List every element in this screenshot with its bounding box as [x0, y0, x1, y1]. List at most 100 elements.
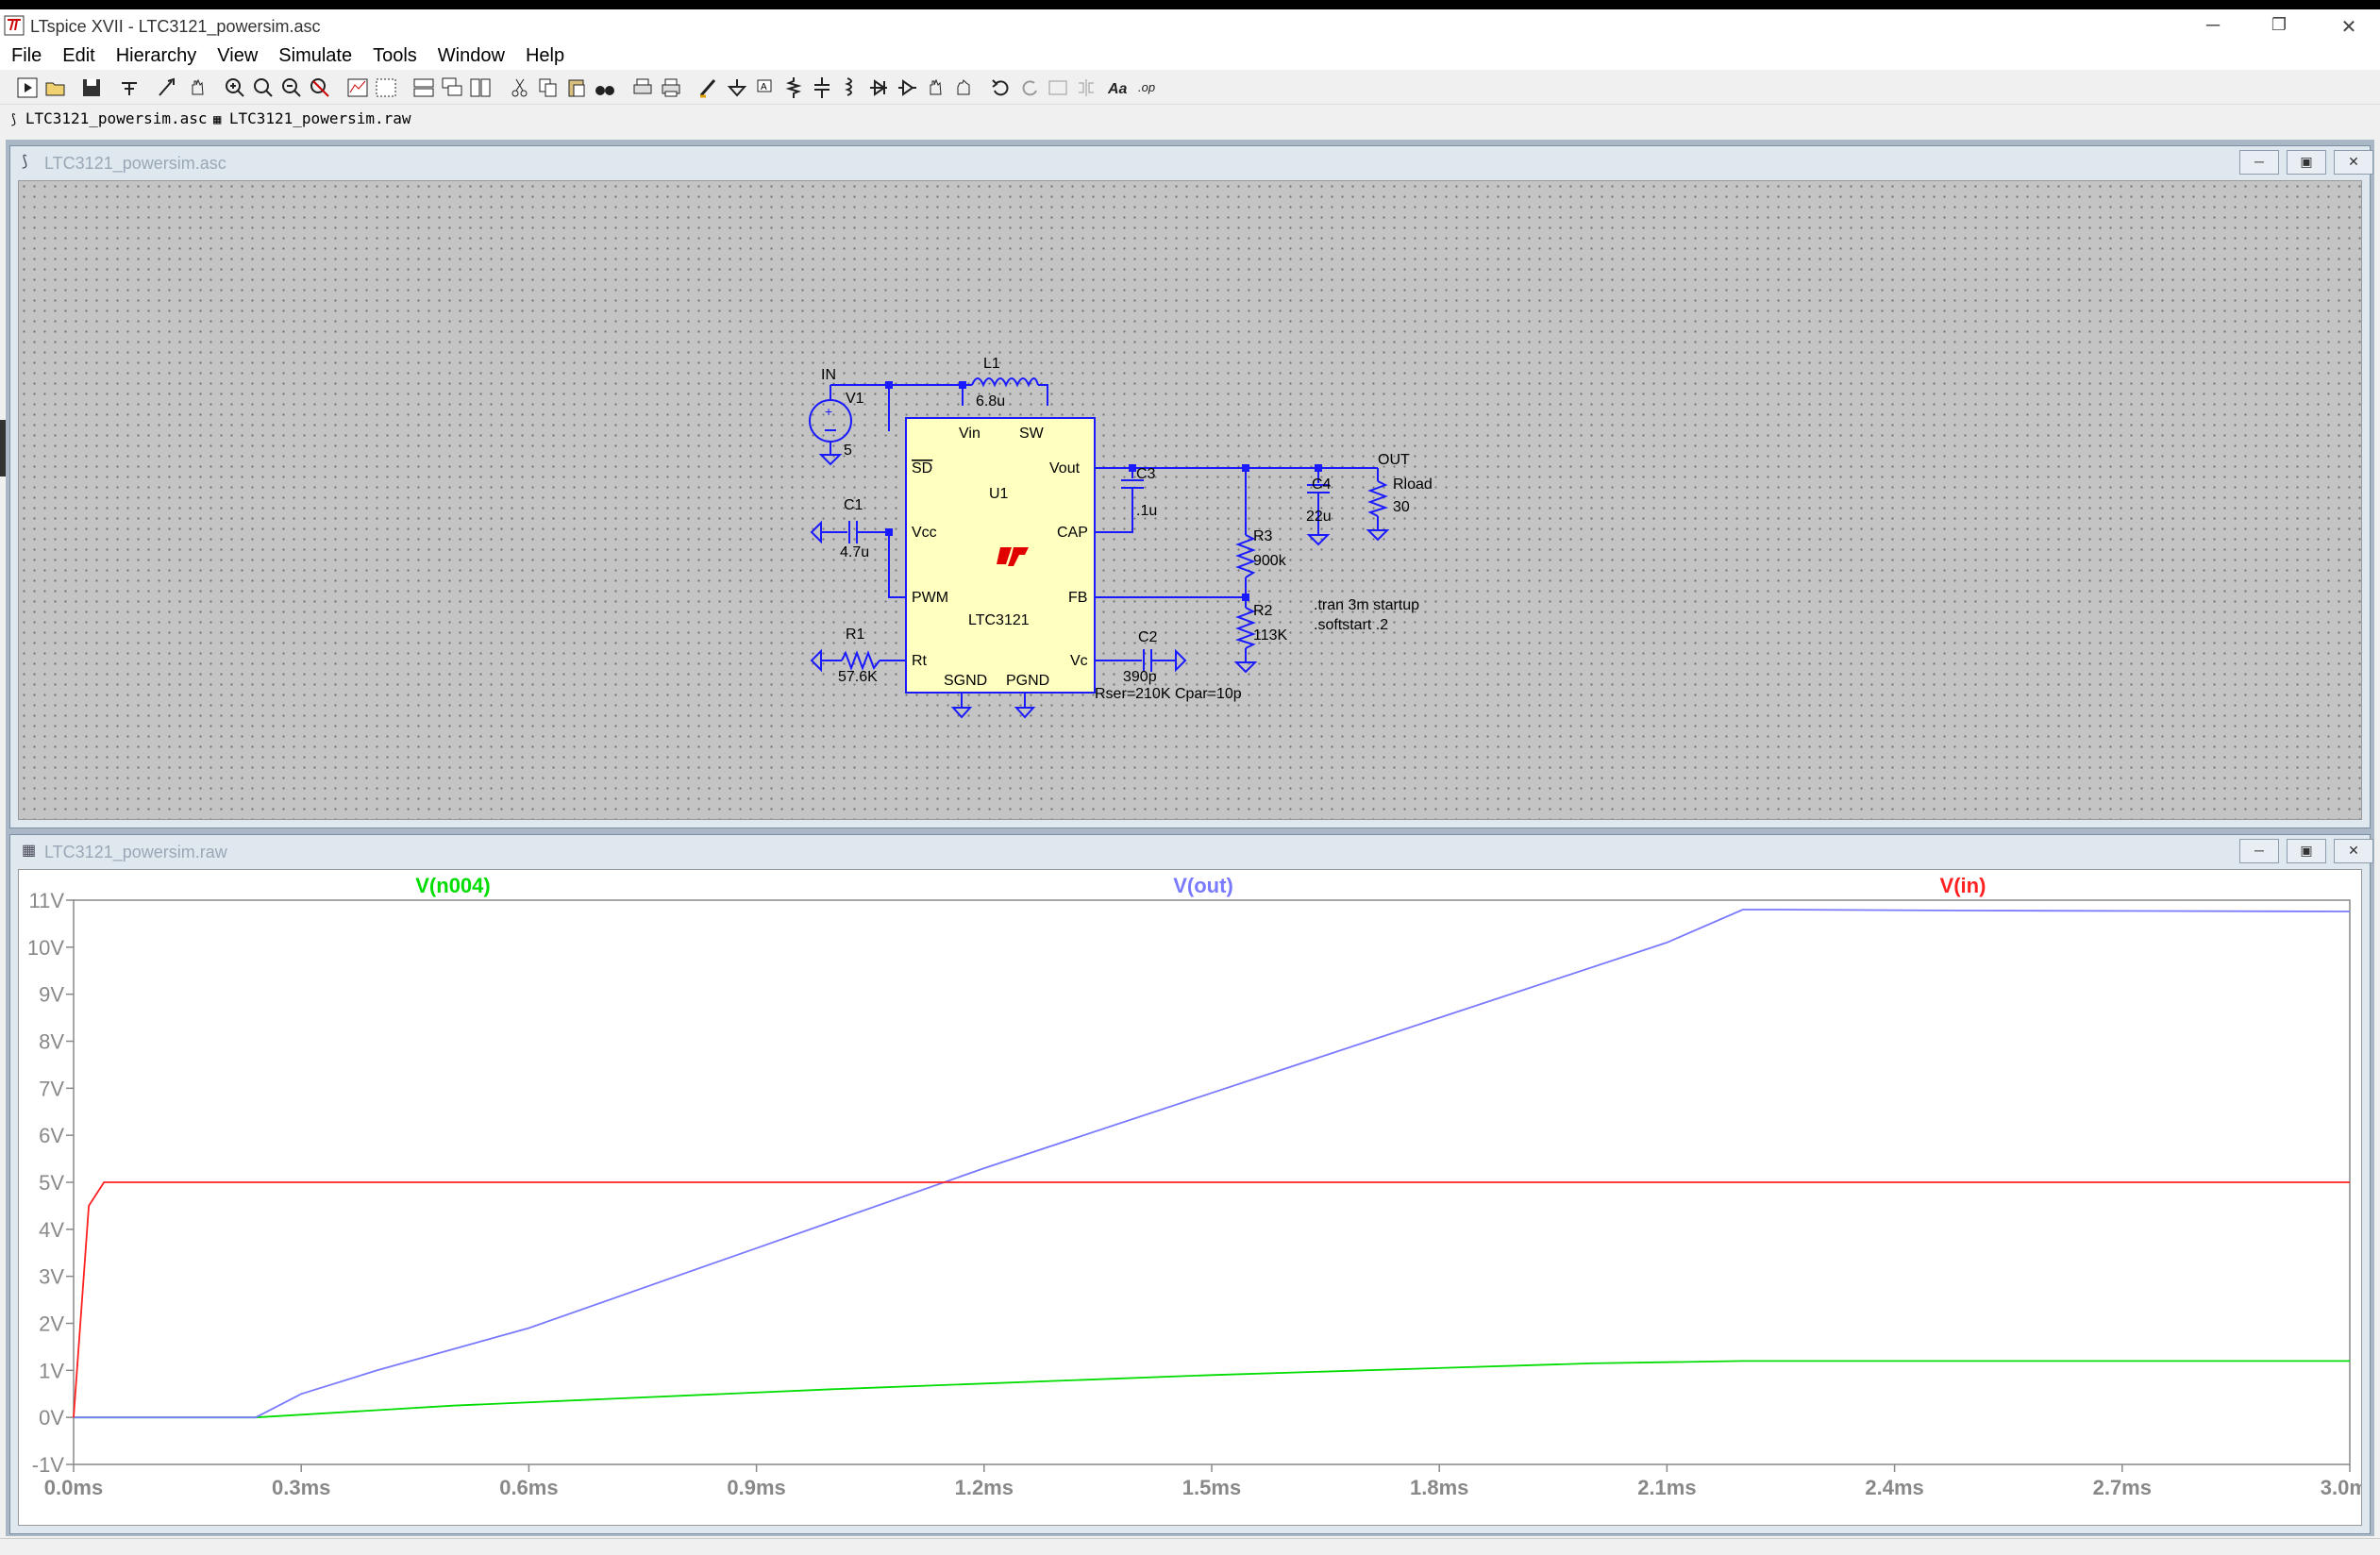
menu-tools[interactable]: Tools	[373, 43, 417, 67]
x-tick-label: 1.2ms	[955, 1476, 1014, 1499]
ltspice-app-icon	[4, 15, 25, 36]
ic-part: LTC3121	[968, 612, 1030, 628]
diode-icon[interactable]	[866, 75, 891, 100]
zoom-in-icon[interactable]	[223, 75, 247, 100]
svg-text:A: A	[761, 82, 767, 92]
pin-sgnd: SGND	[944, 673, 987, 689]
rload-resistor[interactable]	[1367, 480, 1389, 517]
plot-close-button[interactable]: ✕	[2334, 839, 2373, 863]
capacitor-icon[interactable]	[810, 75, 834, 100]
close-button[interactable]: ✕	[2335, 15, 2363, 39]
grid-icon[interactable]	[374, 75, 398, 100]
print-setup-icon[interactable]	[659, 75, 683, 100]
zoom-fit-icon[interactable]	[308, 75, 332, 100]
drag-hand-icon[interactable]	[951, 75, 976, 100]
component-icon[interactable]	[895, 75, 919, 100]
rotate-icon[interactable]	[1046, 75, 1070, 100]
y-tick-label: 8V	[39, 1030, 64, 1054]
find-binoculars-icon[interactable]	[593, 75, 617, 100]
restore-button[interactable]: ❐	[2265, 15, 2293, 35]
cascade-icon[interactable]	[440, 75, 464, 100]
autorange-icon[interactable]	[345, 75, 370, 100]
redo-icon[interactable]	[1017, 75, 1042, 100]
r2-name: R2	[1253, 603, 1273, 619]
y-tick-label: 5V	[39, 1171, 64, 1195]
schematic-icon: ⟆	[9, 112, 25, 127]
r3-name: R3	[1253, 528, 1273, 544]
x-tick-label: 0.0ms	[44, 1476, 103, 1499]
pan-hand-icon[interactable]	[185, 75, 210, 100]
inductor-icon[interactable]	[838, 75, 863, 100]
save-icon[interactable]	[79, 75, 104, 100]
schematic-window-title: LTC3121_powersim.asc	[44, 154, 226, 173]
menu-hierarchy[interactable]: Hierarchy	[116, 43, 197, 67]
wires	[821, 384, 1379, 708]
plot-area[interactable]: -1V 0V 1V 2V 3V 4V 5V 6V 7V 8V 9V 10V 11V 0.0ms 0.3ms 0…	[18, 869, 2379, 1526]
paste-icon[interactable]	[564, 75, 589, 100]
control-panel-icon[interactable]	[117, 75, 142, 100]
y-tick-label: 0V	[39, 1406, 64, 1430]
text-icon[interactable]: Aa	[1106, 75, 1131, 100]
c1-capacitor[interactable]	[848, 521, 858, 543]
move-hand-icon[interactable]	[923, 75, 947, 100]
toolbar: A Aa .op	[0, 72, 2380, 105]
schematic-maximize-button[interactable]: ▣	[2287, 150, 2326, 175]
pin-rt: Rt	[912, 653, 928, 669]
y-tick-label: 9V	[39, 983, 64, 1007]
svg-text:.op: .op	[1138, 80, 1155, 94]
menu-edit[interactable]: Edit	[62, 43, 94, 67]
copy-icon[interactable]	[536, 75, 561, 100]
menu-window[interactable]: Window	[438, 43, 505, 67]
y-tick-label: 10V	[27, 936, 64, 960]
menu-simulate[interactable]: Simulate	[278, 43, 352, 67]
schematic-window-titlebar[interactable]: ⟆ LTC3121_powersim.asc	[18, 150, 2362, 175]
mirror-icon[interactable]	[1074, 75, 1098, 100]
menu-file[interactable]: File	[11, 43, 42, 67]
r1-resistor[interactable]	[841, 650, 880, 671]
pin-pwm: PWM	[912, 590, 948, 606]
draw-wire-icon[interactable]	[696, 75, 721, 100]
tab-schematic[interactable]: ⟆ LTC3121_powersim.asc	[9, 109, 208, 127]
probe-icon[interactable]	[155, 75, 179, 100]
menu-view[interactable]: View	[217, 43, 258, 67]
rload-value: 30	[1393, 499, 1410, 515]
menu-help[interactable]: Help	[526, 43, 564, 67]
tab-waveform[interactable]: ▦ LTC3121_powersim.raw	[213, 109, 411, 127]
zoom-icon[interactable]	[251, 75, 276, 100]
svg-text:Aa: Aa	[1107, 81, 1128, 97]
plot-maximize-button[interactable]: ▣	[2287, 839, 2326, 863]
resistor-icon[interactable]	[781, 75, 806, 100]
r1-value: 57.6K	[838, 669, 878, 685]
waveform-icon: ▦	[22, 843, 37, 859]
cut-icon[interactable]	[508, 75, 532, 100]
x-tick-label: 1.5ms	[1182, 1476, 1241, 1499]
x-tick-label: 2.1ms	[1637, 1476, 1696, 1499]
minimize-button[interactable]: ─	[2199, 15, 2227, 37]
pin-sw: SW	[1019, 426, 1045, 442]
plot-minimize-button[interactable]: ─	[2239, 839, 2279, 863]
y-tick-label: 4V	[39, 1218, 64, 1242]
undo-icon[interactable]	[989, 75, 1014, 100]
tile-vertical-icon[interactable]	[468, 75, 493, 100]
zoom-out-icon[interactable]	[279, 75, 304, 100]
open-folder-icon[interactable]	[43, 75, 68, 100]
c3-name: C3	[1136, 466, 1156, 482]
status-bar	[0, 1538, 2380, 1555]
r3-resistor[interactable]	[1235, 534, 1256, 578]
schematic-close-button[interactable]: ✕	[2334, 150, 2373, 175]
run-icon[interactable]	[15, 75, 40, 100]
pin-cap: CAP	[1057, 525, 1088, 541]
print-icon[interactable]	[630, 75, 655, 100]
plot-window-titlebar[interactable]: ▦ LTC3121_powersim.raw	[18, 839, 2362, 863]
tile-horizontal-icon[interactable]	[411, 75, 436, 100]
label-net-icon[interactable]: A	[753, 75, 778, 100]
x-tick-label: 0.3ms	[272, 1476, 330, 1499]
l1-inductor[interactable]	[971, 377, 1039, 388]
schematic-minimize-button[interactable]: ─	[2239, 150, 2279, 175]
v1-plus-sign: +	[825, 404, 832, 419]
spice-directive-icon[interactable]: .op	[1136, 75, 1161, 100]
x-tick-label: 0.9ms	[727, 1476, 785, 1499]
ground-icon[interactable]	[725, 75, 749, 100]
r2-resistor[interactable]	[1234, 607, 1256, 649]
schematic-canvas[interactable]: Vin SW SD Vout Vcc CAP PWM FB Rt Vc SGND…	[18, 180, 2362, 820]
